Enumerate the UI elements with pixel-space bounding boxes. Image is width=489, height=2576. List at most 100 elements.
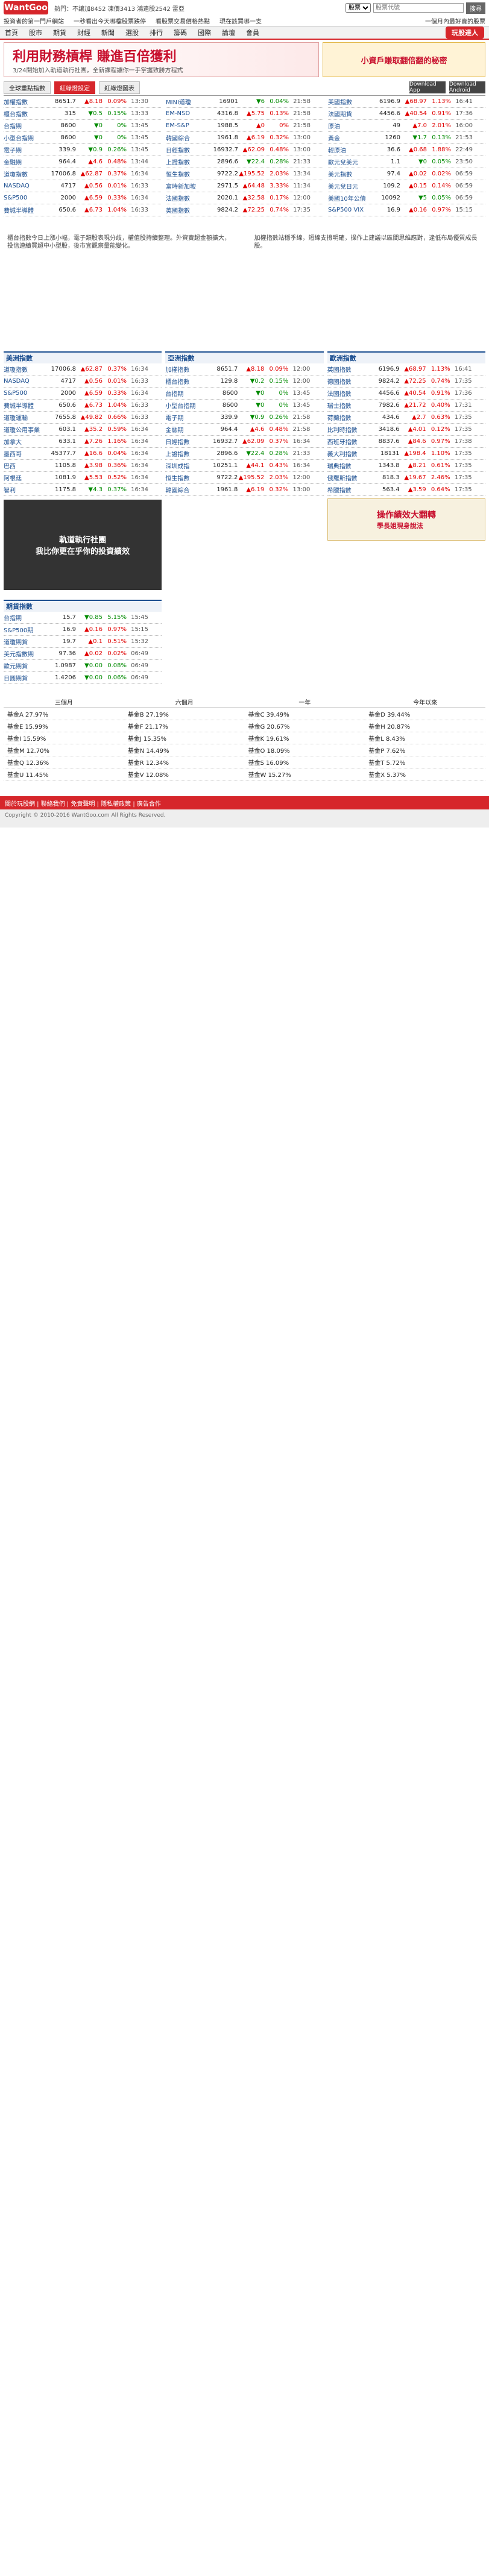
index-row[interactable]: 費城半導體 650.6 ▲6.73 1.04% 16:33 <box>4 400 162 412</box>
index-name[interactable]: 美元指數 <box>328 169 369 178</box>
index-name[interactable]: 智利 <box>4 485 45 494</box>
index-name[interactable]: 櫃台指數 <box>4 109 45 118</box>
index-name[interactable]: 台指期 <box>4 121 45 130</box>
nav-news[interactable]: 新聞 <box>101 28 115 37</box>
index-name[interactable]: 歐元期貨 <box>4 661 45 670</box>
index-name[interactable]: 希臘指數 <box>327 485 368 494</box>
index-row[interactable]: 上證指數 2896.6 ▼22.4 0.28% 21:33 <box>165 448 324 460</box>
index-row[interactable]: S&P500 2000 ▲6.59 0.33% 16:34 <box>4 192 161 204</box>
index-name[interactable]: 美國指數 <box>328 97 369 106</box>
search-type-select[interactable]: 股票 <box>345 3 371 13</box>
index-row[interactable]: 美元指數期 97.36 ▲0.02 0.02% 06:49 <box>4 648 162 660</box>
app-store-button[interactable]: Download App <box>409 81 446 93</box>
rank-head-6m[interactable]: 六個月 <box>124 697 245 706</box>
index-name[interactable]: 深圳成指 <box>165 461 206 470</box>
index-name[interactable]: 義大利指數 <box>327 449 368 458</box>
index-row[interactable]: 美元兌日元 109.2 ▲0.15 0.14% 06:59 <box>328 180 485 192</box>
index-row[interactable]: 富時新加坡 2971.5 ▲64.48 3.33% 11:34 <box>166 180 323 192</box>
index-name[interactable]: 法國指數 <box>327 389 368 398</box>
index-name[interactable]: 韓國綜合 <box>166 133 207 142</box>
ranking-cell[interactable]: 基金G 20.67% <box>245 721 365 730</box>
index-name[interactable]: 道瓊指數 <box>4 365 45 374</box>
ranking-cell[interactable]: 基金K 19.61% <box>245 734 365 743</box>
index-row[interactable]: EM-S&P 1988.5 ▲0 0% 21:58 <box>166 120 323 132</box>
index-row[interactable]: 金融期 964.4 ▲4.6 0.48% 13:44 <box>4 156 161 168</box>
index-row[interactable]: 黃金 1260 ▼1.7 0.13% 21:53 <box>328 132 485 144</box>
index-row[interactable]: 上證指數 2896.6 ▼22.4 0.28% 21:33 <box>166 156 323 168</box>
index-row[interactable]: 巴西 1105.8 ▲3.98 0.36% 16:34 <box>4 460 162 472</box>
index-name[interactable]: 金融期 <box>165 425 206 434</box>
rank-head-ytd[interactable]: 今年以來 <box>365 697 485 706</box>
index-row[interactable]: 美國指數 6196.9 ▲68.97 1.13% 16:41 <box>328 96 485 108</box>
tab-global-index[interactable]: 全球重點指數 <box>4 81 51 94</box>
ranking-cell[interactable]: 基金B 27.19% <box>124 709 245 718</box>
index-name[interactable]: 台指期 <box>4 613 45 622</box>
nav-stock[interactable]: 股市 <box>29 28 42 37</box>
ranking-cell[interactable]: 基金L 8.43% <box>365 734 485 743</box>
index-name[interactable]: 西班牙指數 <box>327 437 368 446</box>
index-row[interactable]: 櫃台指數 315 ▼0.5 0.15% 13:33 <box>4 108 161 120</box>
index-name[interactable]: 道瓊運輸 <box>4 413 45 422</box>
side-banner[interactable]: 小資戶賺取翻倍翻的秘密 <box>323 42 485 77</box>
ranking-cell[interactable]: 基金X 5.37% <box>365 770 485 779</box>
index-row[interactable]: 恒生指數 9722.2 ▲195.52 2.03% 12:00 <box>165 472 324 484</box>
site-logo[interactable]: WantGoo <box>4 1 48 14</box>
nav-forum[interactable]: 論壇 <box>222 28 235 37</box>
nav-member[interactable]: 會員 <box>246 28 259 37</box>
index-name[interactable]: 英國指數 <box>327 365 368 374</box>
index-name[interactable]: 費城半導體 <box>4 401 45 410</box>
index-row[interactable]: 韓國綜合 1961.8 ▲6.19 0.32% 13:00 <box>166 132 323 144</box>
nav-global[interactable]: 國際 <box>198 28 211 37</box>
index-name[interactable]: 美國10年公債 <box>328 193 369 203</box>
index-row[interactable]: 韓國綜合 1961.8 ▲6.19 0.32% 13:00 <box>165 484 324 496</box>
index-name[interactable]: 俄羅斯指數 <box>327 473 368 482</box>
ranking-cell[interactable]: 基金U 11.45% <box>4 770 124 779</box>
index-row[interactable]: 輕原油 36.6 ▲0.68 1.88% 22:49 <box>328 144 485 156</box>
index-name[interactable]: 美元兌日元 <box>328 181 369 190</box>
index-name[interactable]: 上證指數 <box>166 157 207 166</box>
index-name[interactable]: 歐元兌美元 <box>328 157 369 166</box>
index-row[interactable]: 西班牙指數 8837.6 ▲84.6 0.97% 17:38 <box>327 436 485 448</box>
index-row[interactable]: 恒生指數 9722.2 ▲195.52 2.03% 13:34 <box>166 168 323 180</box>
ranking-cell[interactable]: 基金C 39.49% <box>245 709 365 718</box>
index-name[interactable]: NASDAQ <box>4 183 45 189</box>
index-row[interactable]: 台指期 8600 ▼0 0% 13:45 <box>165 388 324 400</box>
index-row[interactable]: 道瓊期貨 19.7 ▲0.1 0.51% 15:32 <box>4 636 162 648</box>
tab-light-setting[interactable]: 紅綠燈設定 <box>54 81 95 94</box>
sub-link-4[interactable]: 一個月內最好賣的股票 <box>425 16 485 25</box>
index-row[interactable]: 比利時指數 3418.6 ▲4.01 0.12% 17:35 <box>327 424 485 436</box>
index-row[interactable]: 道瓊公用事業 603.1 ▲35.2 0.59% 16:34 <box>4 424 162 436</box>
footer-links[interactable]: 關於玩股網 | 聯絡我們 | 免責聲明 | 隱私權政策 | 廣告合作 <box>0 796 489 809</box>
index-name[interactable]: 輕原油 <box>328 145 369 154</box>
search-input[interactable] <box>373 3 464 13</box>
index-row[interactable]: 義大利指數 18131 ▲198.4 1.10% 17:35 <box>327 448 485 460</box>
index-name[interactable]: S&P500期 <box>4 625 45 634</box>
index-row[interactable]: 道瓊運輸 7655.8 ▲49.82 0.66% 16:33 <box>4 412 162 424</box>
index-row[interactable]: 加權指數 8651.7 ▲8.18 0.09% 12:00 <box>165 363 324 375</box>
nav-home[interactable]: 首頁 <box>5 28 18 37</box>
index-row[interactable]: MINI道瓊 16901 ▼6 0.04% 21:58 <box>166 96 323 108</box>
index-name[interactable]: 加權指數 <box>4 97 45 106</box>
index-name[interactable]: 櫃台指數 <box>165 377 206 386</box>
index-row[interactable]: 歐元期貨 1.0987 ▼0.00 0.08% 06:49 <box>4 660 162 672</box>
index-name[interactable]: 加權指數 <box>165 365 206 374</box>
ranking-cell[interactable]: 基金A 27.97% <box>4 709 124 718</box>
index-name[interactable]: 美元指數期 <box>4 649 45 658</box>
index-row[interactable]: 瑞典指數 1343.8 ▲8.21 0.61% 17:35 <box>327 460 485 472</box>
index-row[interactable]: 道瓊指數 17006.8 ▲62.87 0.37% 16:34 <box>4 168 161 180</box>
index-row[interactable]: 道瓊指數 17006.8 ▲62.87 0.37% 16:34 <box>4 363 162 375</box>
index-row[interactable]: S&P500 2000 ▲6.59 0.33% 16:34 <box>4 388 162 400</box>
index-row[interactable]: 電子期 339.9 ▼0.9 0.26% 21:58 <box>165 412 324 424</box>
ranking-cell[interactable]: 基金I 15.59% <box>4 734 124 743</box>
index-name[interactable]: 金融期 <box>4 157 45 166</box>
ranking-cell[interactable]: 基金N 14.49% <box>124 746 245 755</box>
index-row[interactable]: 台指期 15.7 ▼0.85 5.15% 15:45 <box>4 612 162 624</box>
index-name[interactable]: 英國指數 <box>166 206 207 215</box>
ranking-cell[interactable]: 基金D 39.44% <box>365 709 485 718</box>
index-row[interactable]: 小型台指期 8600 ▼0 0% 13:45 <box>165 400 324 412</box>
main-banner[interactable]: 利用財務槓桿 賺進百倍獲利 3/24開始加入軌道執行社團，全新課程讓你一手掌握致… <box>4 42 319 77</box>
index-name[interactable]: 黃金 <box>328 133 369 142</box>
index-row[interactable]: 阿根廷 1081.9 ▲5.53 0.52% 16:34 <box>4 472 162 484</box>
index-name[interactable]: S&P500 <box>4 195 45 201</box>
index-row[interactable]: 法國指數 2020.1 ▲32.58 0.17% 12:00 <box>166 192 323 204</box>
